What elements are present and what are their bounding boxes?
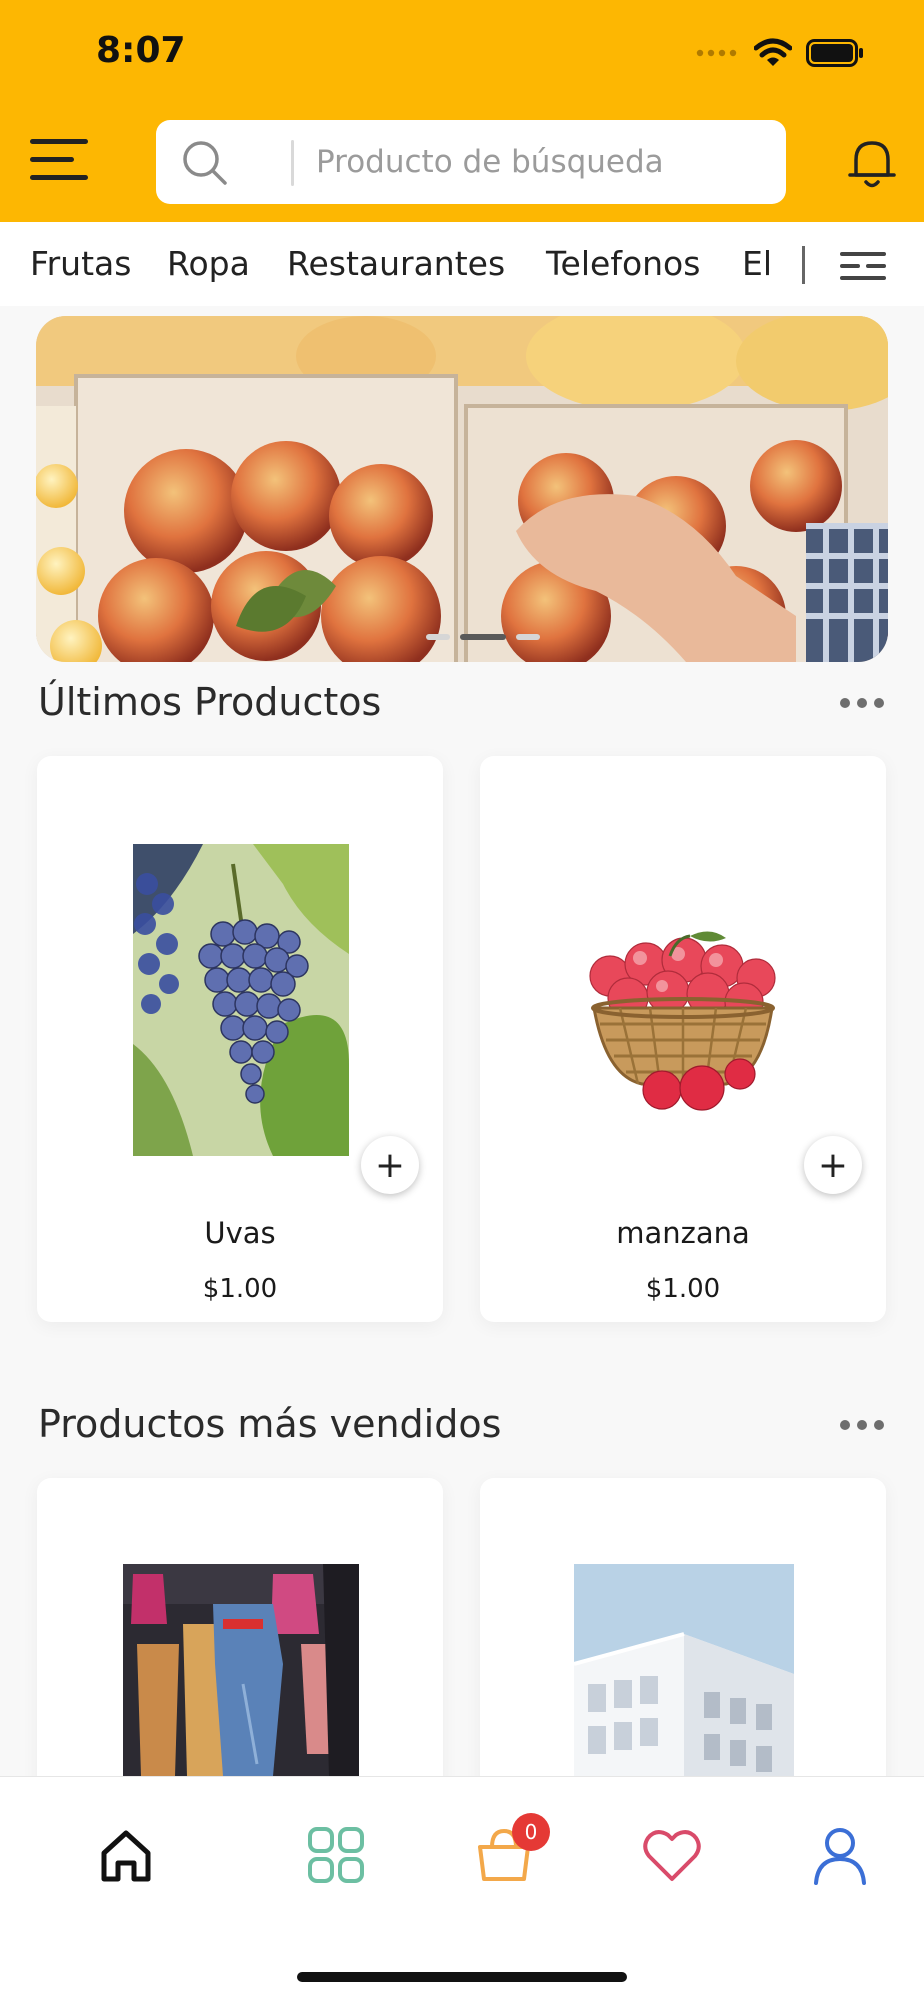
category-list-line	[840, 252, 886, 256]
product-card[interactable]: + manzana $1.00	[480, 756, 886, 1322]
best-sellers-more-icon[interactable]	[840, 1415, 890, 1435]
promo-banner[interactable]	[36, 316, 888, 662]
status-icons	[696, 38, 864, 68]
search-separator	[291, 140, 294, 186]
category-tab[interactable]: Frutas	[30, 244, 131, 283]
latest-more-icon[interactable]	[840, 693, 890, 713]
search-input[interactable]	[316, 138, 766, 186]
product-price: $1.00	[202, 1274, 278, 1304]
banner-dot-active[interactable]	[460, 634, 506, 640]
product-name: manzana	[616, 1216, 750, 1250]
menu-line	[30, 175, 88, 180]
bottom-navigation	[0, 1776, 924, 2000]
app-screen: 8:07 Producto de búsqueda Frutas Ropa Re…	[0, 0, 924, 2000]
category-list-icon[interactable]	[840, 252, 888, 282]
search-bar[interactable]	[156, 120, 786, 204]
menu-line	[30, 139, 88, 144]
add-to-cart-button[interactable]: +	[804, 1136, 862, 1194]
banner-pagination	[426, 634, 540, 640]
category-tab[interactable]: Restaurantes	[287, 244, 505, 283]
category-list-line	[840, 276, 886, 280]
battery-icon	[806, 39, 863, 67]
best-sellers-title: Productos más vendidos	[38, 1402, 502, 1446]
home-icon[interactable]	[94, 1823, 158, 1887]
category-bar: Frutas Ropa Restaurantes Telefonos El	[0, 222, 924, 306]
add-to-cart-button[interactable]: +	[361, 1136, 419, 1194]
product-name: Uvas	[204, 1216, 276, 1250]
top-header: 8:07	[0, 0, 924, 222]
user-icon[interactable]	[808, 1823, 872, 1887]
clothing-store-image	[123, 1564, 359, 1776]
home-indicator	[297, 1972, 627, 1982]
cart-count-badge: 0	[512, 1813, 550, 1851]
category-tab[interactable]: Ropa	[167, 244, 250, 283]
category-tab[interactable]: El	[742, 244, 772, 283]
search-icon	[183, 141, 227, 185]
building-image	[574, 1564, 794, 1776]
signal-icon	[696, 49, 737, 57]
product-price: $1.00	[645, 1274, 721, 1304]
menu-line	[30, 157, 74, 162]
heart-icon[interactable]	[640, 1823, 704, 1887]
bell-icon[interactable]	[842, 133, 902, 193]
banner-image	[36, 316, 888, 662]
category-list-line	[840, 264, 860, 268]
category-list-line	[866, 264, 886, 268]
wifi-icon	[754, 38, 792, 66]
category-tab[interactable]: Telefonos	[546, 244, 700, 283]
grapes-image	[133, 844, 349, 1156]
grid-icon[interactable]	[304, 1823, 368, 1887]
product-card[interactable]: + Uvas $1.00	[37, 756, 443, 1322]
category-divider	[802, 246, 805, 284]
banner-dot[interactable]	[426, 634, 450, 640]
apple-basket-image	[550, 916, 816, 1116]
banner-dot[interactable]	[516, 634, 540, 640]
hamburger-menu-button[interactable]	[30, 135, 90, 185]
status-time: 8:07	[96, 30, 186, 71]
latest-products-title: Últimos Productos	[38, 680, 382, 724]
